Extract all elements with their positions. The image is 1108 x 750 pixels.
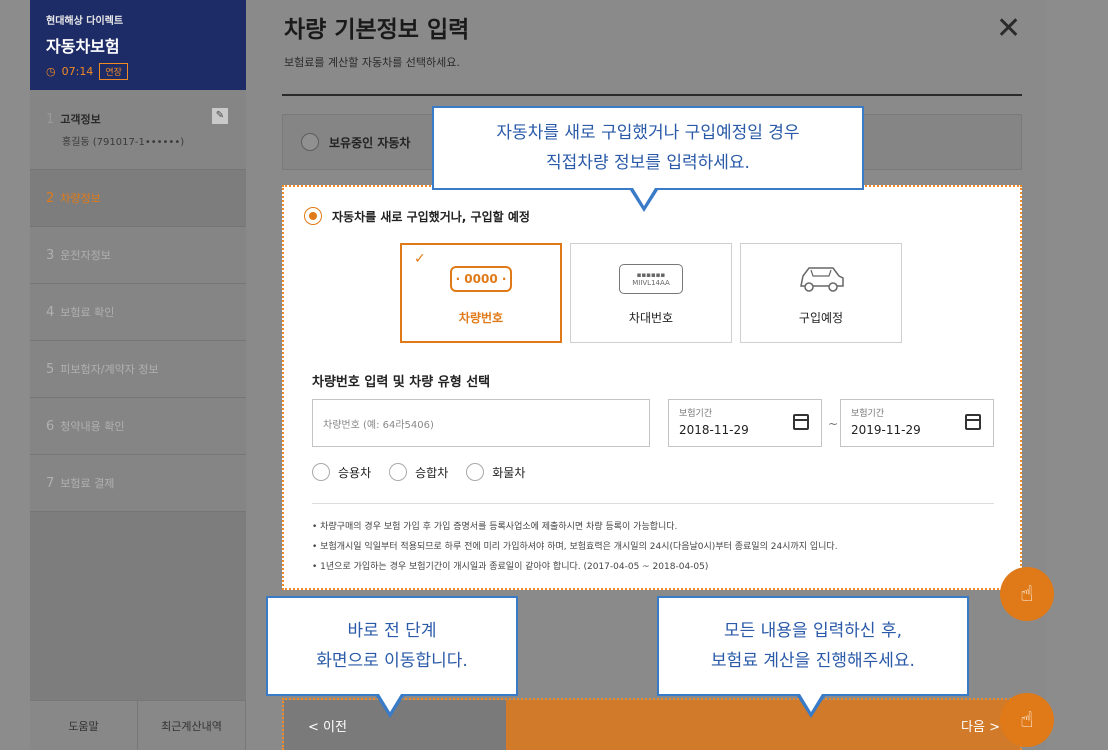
step-label: 운전자정보 [60, 249, 111, 262]
customer-summary: 홍길동 (791017-1••••••) [62, 137, 185, 148]
hand-pointer-icon[interactable]: ☝ [1000, 567, 1054, 621]
date-label: 보험기간 [851, 409, 885, 419]
license-plate-icon: · 0000 · [450, 265, 512, 292]
type-radio[interactable] [466, 463, 485, 481]
note-item: • 1년으로 가입하는 경우 보험기간이 개시일과 종료일이 같아야 합니다. … [312, 562, 709, 572]
tooltip-line: 보험료 계산을 진행해주세요. [711, 651, 915, 671]
check-icon: ✓ [414, 251, 426, 267]
tooltip-prev: 바로 전 단계 화면으로 이동합니다. [266, 596, 518, 718]
new-vehicle-label: 자동차를 새로 구입했거나, 구입할 예정 [332, 209, 530, 224]
step-number: 6 [46, 418, 55, 434]
step-customer-info[interactable]: 1 고객정보 홍길동 (791017-1••••••) ✎ [30, 90, 246, 170]
step-label: 차량정보 [60, 192, 101, 205]
type-radio[interactable] [389, 463, 408, 481]
vehicle-type-group: 승용차 승합차 화물차 [312, 463, 525, 481]
section-title: 차량번호 입력 및 차량 유형 선택 [312, 375, 491, 390]
calendar-icon[interactable] [793, 414, 809, 430]
type-truck[interactable]: 화물차 [466, 463, 525, 481]
note-item: • 차량구매의 경우 보험 가입 후 가입 증명서를 등록사업소에 제출하시면 … [312, 522, 678, 532]
edit-icon[interactable]: ✎ [212, 108, 228, 124]
tooltip-arrow [797, 694, 825, 718]
type-van[interactable]: 승합차 [389, 463, 448, 481]
card-plate-number[interactable]: ✓ · 0000 · 차량번호 [400, 243, 562, 343]
step-label: 고객정보 [60, 113, 101, 126]
tooltip-line: 자동차를 새로 구입했거나 구입예정일 경우 [496, 123, 800, 143]
tooltip-new-vehicle: 자동차를 새로 구입했거나 구입예정일 경우 직접차량 정보를 입력하세요. [432, 106, 864, 212]
tooltip-line: 직접차량 정보를 입력하세요. [546, 153, 750, 173]
plate-number-input[interactable]: 차량번호 (예: 64라5406) [312, 399, 650, 447]
step-payment[interactable]: 7 보험료 결제 [30, 455, 246, 512]
tooltip-arrow [376, 694, 404, 718]
sidebar-footer: 도움말 최근계산내역 [30, 700, 246, 750]
type-radio[interactable] [312, 463, 330, 481]
brand-header: 현대해상 다이렉트 자동차보험 ◷ 07:14 연장 [30, 0, 246, 90]
new-vehicle-option[interactable]: 자동차를 새로 구입했거나, 구입할 예정 [304, 207, 530, 225]
start-date-field[interactable]: 보험기간 2018-11-29 [668, 399, 822, 447]
brand-subtitle: 현대해상 다이렉트 [46, 16, 124, 27]
type-passenger[interactable]: 승용차 [312, 463, 371, 481]
note-item: • 보험개시일 익일부터 적용되므로 하루 전에 미리 가입하셔야 하며, 보험… [312, 542, 838, 552]
end-date-field[interactable]: 보험기간 2019-11-29 [840, 399, 994, 447]
notes-divider [312, 503, 994, 504]
vin-plate-icon: ▪▪▪▪▪▪ MIIVL14AA [619, 263, 683, 294]
brand-title: 자동차보험 [46, 37, 120, 56]
hand-pointer-icon[interactable]: ☝ [1000, 693, 1054, 747]
card-label: 구입예정 [798, 310, 844, 325]
calendar-icon[interactable] [965, 414, 981, 430]
new-vehicle-radio[interactable] [304, 207, 322, 225]
owned-vehicle-label: 보유중인 자동차 [329, 135, 411, 150]
extend-button[interactable]: 연장 [99, 63, 128, 80]
tooltip-line: 화면으로 이동합니다. [316, 651, 468, 671]
step-insured-info[interactable]: 5 피보험자/계약자 정보 [30, 341, 246, 398]
recent-calculations-button[interactable]: 최근계산내역 [138, 701, 246, 750]
title-divider [282, 94, 1022, 96]
type-label: 승용차 [338, 465, 372, 480]
type-label: 화물차 [492, 465, 526, 480]
date-separator: ~ [828, 417, 839, 431]
owned-vehicle-radio[interactable] [301, 133, 319, 151]
type-label: 승합차 [415, 465, 449, 480]
notes: • 차량구매의 경우 보험 가입 후 가입 증명서를 등록사업소에 제출하시면 … [312, 517, 838, 577]
step-label: 보험료 결제 [60, 477, 115, 490]
session-timer: ◷ 07:14 연장 [46, 63, 230, 80]
page-title: 차량 기본정보 입력 [284, 17, 470, 43]
step-driver-info[interactable]: 3 운전자정보 [30, 227, 246, 284]
tooltip-line: 바로 전 단계 [347, 621, 437, 641]
car-icon [800, 266, 844, 292]
input-method-cards: ✓ · 0000 · 차량번호 ▪▪▪▪▪▪ MIIVL14AA 차대번호 구입예 [400, 243, 902, 343]
step-number: 2 [46, 190, 55, 206]
card-label: 차대번호 [628, 310, 674, 325]
step-number: 3 [46, 247, 55, 263]
step-label: 피보험자/계약자 정보 [60, 363, 159, 376]
step-label: 청약내용 확인 [60, 420, 125, 433]
close-icon[interactable]: ✕ [996, 14, 1021, 44]
step-label: 보험료 확인 [60, 306, 115, 319]
timer-value: 07:14 [61, 65, 94, 78]
date-label: 보험기간 [679, 409, 713, 419]
tooltip-next: 모든 내용을 입력하신 후, 보험료 계산을 진행해주세요. [657, 596, 969, 718]
card-label: 차량번호 [458, 310, 504, 325]
next-button[interactable]: 다음 > [506, 700, 1020, 750]
step-number: 5 [46, 361, 55, 377]
vin-plate-text: MIIVL14AA [632, 278, 670, 287]
step-application-check[interactable]: 6 청약내용 확인 [30, 398, 246, 455]
sidebar: 현대해상 다이렉트 자동차보험 ◷ 07:14 연장 1 고객정보 홍길동 (79… [30, 0, 246, 750]
step-number: 4 [46, 304, 55, 320]
step-premium-check[interactable]: 4 보험료 확인 [30, 284, 246, 341]
page-subtitle: 보험료를 계산할 자동차를 선택하세요. [284, 56, 460, 69]
start-date-value: 2018-11-29 [679, 423, 749, 437]
step-vehicle-info[interactable]: 2 차량정보 [30, 170, 246, 227]
step-number: 7 [46, 475, 55, 491]
new-vehicle-panel: 자동차를 새로 구입했거나, 구입할 예정 ✓ · 0000 · 차량번호 ▪▪… [282, 185, 1022, 590]
card-vin[interactable]: ▪▪▪▪▪▪ MIIVL14AA 차대번호 [570, 243, 732, 343]
card-planned-purchase[interactable]: 구입예정 [740, 243, 902, 343]
clock-icon: ◷ [46, 65, 56, 78]
step-number: 1 [46, 112, 55, 127]
help-button[interactable]: 도움말 [30, 701, 138, 750]
tooltip-line: 모든 내용을 입력하신 후, [723, 621, 902, 641]
tooltip-arrow [630, 188, 658, 212]
end-date-value: 2019-11-29 [851, 423, 921, 437]
